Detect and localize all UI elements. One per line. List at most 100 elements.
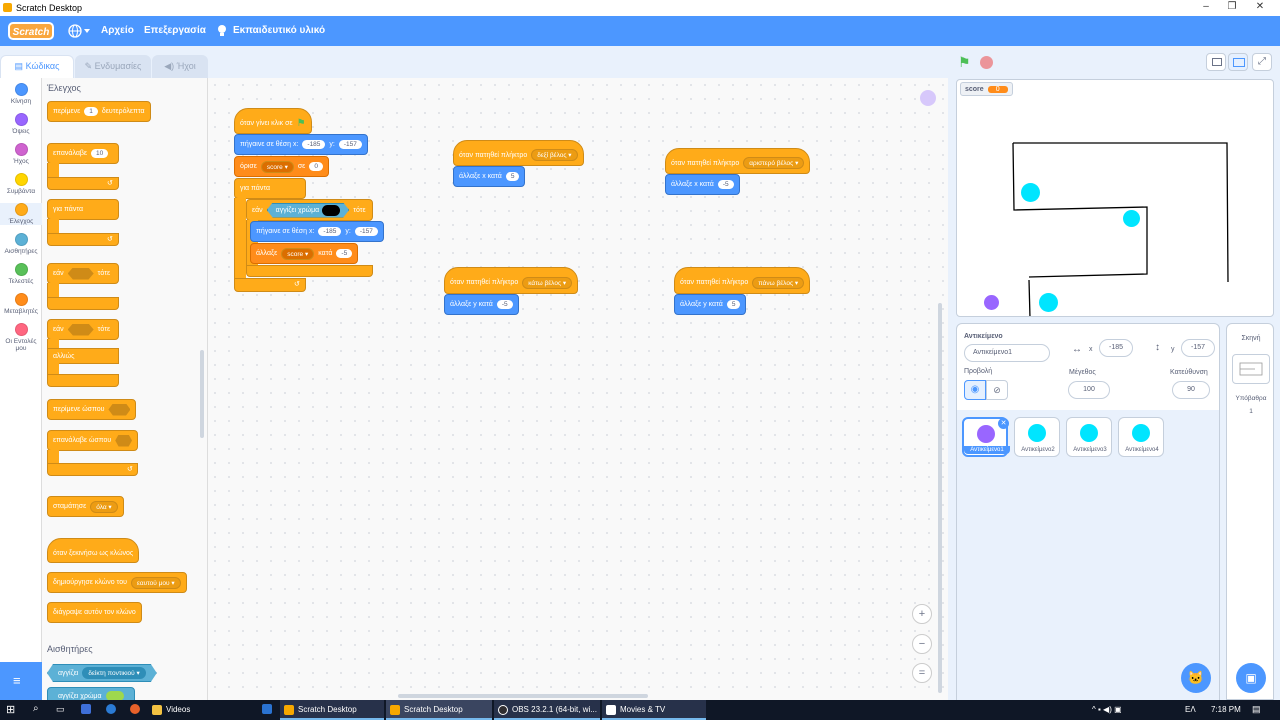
key-dropdown[interactable]: πάνω βέλος ▾ xyxy=(752,276,805,289)
x-input[interactable]: -185 xyxy=(302,140,326,149)
green-flag-button[interactable]: ⚑ xyxy=(958,54,971,71)
category-operators[interactable]: Τελεστές xyxy=(0,263,42,285)
script-area[interactable]: όταν γίνει κλικ σε ⚑ πήγαινε σε θέση x: -1… xyxy=(208,78,948,700)
variable-dropdown[interactable]: score ▾ xyxy=(281,247,315,260)
y-input[interactable]: -157 xyxy=(1181,339,1215,357)
file-menu[interactable]: Αρχείο xyxy=(101,25,134,36)
block-goto-xy[interactable]: πήγαινε σε θέση x: -185 y: -157 xyxy=(250,221,384,242)
block-when-key-up[interactable]: όταν πατηθεί πλήκτρο πάνω βέλος ▾ xyxy=(674,267,811,294)
firefox-icon[interactable] xyxy=(130,704,140,714)
taskbar-item-movies[interactable]: Movies & TV xyxy=(602,700,706,720)
tutorials-menu[interactable]: Εκπαιδευτικό υλικό xyxy=(233,25,325,36)
delete-sprite-icon[interactable]: ✕ xyxy=(998,418,1009,429)
block-change-y[interactable]: άλλαξε y κατά -5 xyxy=(444,294,519,315)
add-backdrop-button[interactable]: ▣ xyxy=(1236,663,1266,693)
sprite-card-1[interactable]: Αντικείμενο1 ✕ xyxy=(962,417,1010,457)
zoom-in-button[interactable]: + xyxy=(912,604,932,624)
windows-start-icon[interactable]: ⊞ xyxy=(6,703,15,716)
sprite-card-4[interactable]: Αντικείμενο4 xyxy=(1118,417,1164,457)
stop-button[interactable] xyxy=(980,56,993,69)
taskbar-item-scratch-2[interactable]: Scratch Desktop xyxy=(386,700,492,720)
condition-slot[interactable] xyxy=(115,434,132,447)
color-swatch[interactable] xyxy=(105,691,124,700)
close-button[interactable]: ✕ xyxy=(1250,1,1270,15)
category-sound[interactable]: Ήχος xyxy=(0,143,42,165)
language-globe-icon[interactable] xyxy=(68,24,90,41)
tab-code[interactable]: ▤ Κώδικας xyxy=(0,55,74,78)
key-dropdown[interactable]: αριστερό βέλος ▾ xyxy=(743,157,805,169)
edit-menu[interactable]: Επεξεργασία xyxy=(144,25,206,36)
x-input[interactable]: -185 xyxy=(318,227,342,236)
clone-dropdown[interactable]: εαυτού μου ▾ xyxy=(130,576,181,589)
condition-slot[interactable] xyxy=(108,403,131,416)
block-wait-until[interactable]: περίμενε ώσπου xyxy=(47,399,137,420)
show-sprite-button[interactable]: ◉ xyxy=(964,380,986,400)
category-variables[interactable]: Μεταβλητές xyxy=(0,293,42,315)
block-touching[interactable]: αγγίζει δείκτη ποντικιού ▾ xyxy=(47,664,157,682)
block-if-else[interactable]: εάν τότε xyxy=(47,319,119,340)
color-swatch[interactable] xyxy=(322,205,340,216)
sprite-card-3[interactable]: Αντικείμενο3 xyxy=(1066,417,1112,457)
y-input[interactable]: -157 xyxy=(338,140,362,149)
block-set-variable[interactable]: όρισε score ▾ σε 0 xyxy=(234,156,329,177)
sprite-name-input[interactable]: Αντικείμενο1 xyxy=(964,344,1050,362)
block-change-y[interactable]: άλλαξε y κατά 5 xyxy=(674,294,747,315)
restore-button[interactable]: ❐ xyxy=(1222,1,1242,15)
key-dropdown[interactable]: δεξί βέλος ▾ xyxy=(531,149,578,161)
category-motion[interactable]: Κίνηση xyxy=(0,83,42,105)
system-tray-icons[interactable]: ^ ▪ ◀) ▣ xyxy=(1092,705,1122,714)
block-repeat[interactable]: επανάλαβε 10 xyxy=(47,143,119,164)
touching-color-reporter[interactable]: αγγίζει χρώμα xyxy=(267,203,350,218)
category-sensing[interactable]: Αισθητήρες xyxy=(0,233,42,255)
block-wait[interactable]: περίμενε 1 δευτερόλεπτα xyxy=(47,101,151,122)
block-change-x[interactable]: άλλαξε x κατά 5 xyxy=(453,166,526,187)
block-delete-clone[interactable]: διάγραψε αυτόν τον κλώνο xyxy=(47,602,142,623)
clock[interactable]: 7:18 PM xyxy=(1211,705,1241,714)
touching-dropdown[interactable]: δείκτη ποντικιού ▾ xyxy=(82,667,145,679)
sprite-card-2[interactable]: Αντικείμενο2 xyxy=(1014,417,1060,457)
palette-scrollbar[interactable] xyxy=(200,350,204,438)
block-when-key-right[interactable]: όταν πατηθεί πλήκτρο δεξί βέλος ▾ xyxy=(453,140,584,166)
block-when-clone-start[interactable]: όταν ξεκινήσω ως κλώνος xyxy=(47,538,140,563)
value-input[interactable]: 0 xyxy=(309,162,323,171)
key-dropdown[interactable]: κάτω βέλος ▾ xyxy=(522,276,573,289)
block-stop[interactable]: σταμάτησε όλα ▾ xyxy=(47,496,124,517)
direction-input[interactable]: 90 xyxy=(1172,381,1210,399)
sprite-cyan-ball[interactable] xyxy=(1123,210,1140,227)
block-create-clone[interactable]: δημιούργησε κλώνο του εαυτού μου ▾ xyxy=(47,572,187,593)
value-input[interactable]: -5 xyxy=(496,300,513,309)
add-extension-button[interactable]: ≡ xyxy=(0,662,42,700)
block-if[interactable]: εάν τότε xyxy=(47,263,119,284)
y-input[interactable]: -157 xyxy=(354,227,378,236)
x-input[interactable]: -185 xyxy=(1099,339,1133,357)
block-forever[interactable]: για πάντα xyxy=(234,178,306,199)
variable-dropdown[interactable]: score ▾ xyxy=(260,160,294,173)
category-my-blocks[interactable]: Οι Εντολές μου xyxy=(0,323,42,352)
edge-icon[interactable] xyxy=(106,704,116,714)
category-looks[interactable]: Όψεις xyxy=(0,113,42,135)
value-input[interactable]: -5 xyxy=(717,180,734,189)
condition-slot[interactable] xyxy=(67,267,94,280)
tab-sounds[interactable]: ◀) Ήχοι xyxy=(152,55,208,78)
zoom-reset-button[interactable]: = xyxy=(912,663,932,683)
block-input[interactable]: 10 xyxy=(91,149,109,158)
fullscreen-button[interactable]: ⤢ xyxy=(1252,53,1272,71)
hide-sprite-button[interactable]: ⊘ xyxy=(986,380,1008,400)
small-stage-button[interactable] xyxy=(1206,53,1226,71)
block-if-touching[interactable]: εάν αγγίζει χρώμα τότε xyxy=(246,199,373,221)
size-input[interactable]: 100 xyxy=(1068,381,1110,399)
block-change-x[interactable]: άλλαξε x κατά -5 xyxy=(665,174,740,195)
stage-thumbnail[interactable] xyxy=(1232,354,1270,384)
language-indicator[interactable]: ΕΛ xyxy=(1185,705,1196,714)
sprite-cyan-ball[interactable] xyxy=(1039,293,1058,312)
condition-slot[interactable] xyxy=(67,323,94,336)
value-input[interactable]: 5 xyxy=(505,172,520,181)
block-input[interactable]: 1 xyxy=(84,107,98,116)
block-goto-xy[interactable]: πήγαινε σε θέση x: -185 y: -157 xyxy=(234,134,368,155)
block-when-key-down[interactable]: όταν πατηθεί πλήκτρο κάτω βέλος ▾ xyxy=(444,267,579,294)
scratch-logo[interactable]: Scratch xyxy=(8,22,54,40)
tab-costumes[interactable]: ✎ Ενδυμασίες xyxy=(75,55,151,78)
zoom-out-button[interactable]: − xyxy=(912,634,932,654)
vertical-scrollbar[interactable] xyxy=(938,303,942,693)
facebook-icon[interactable] xyxy=(262,704,272,714)
